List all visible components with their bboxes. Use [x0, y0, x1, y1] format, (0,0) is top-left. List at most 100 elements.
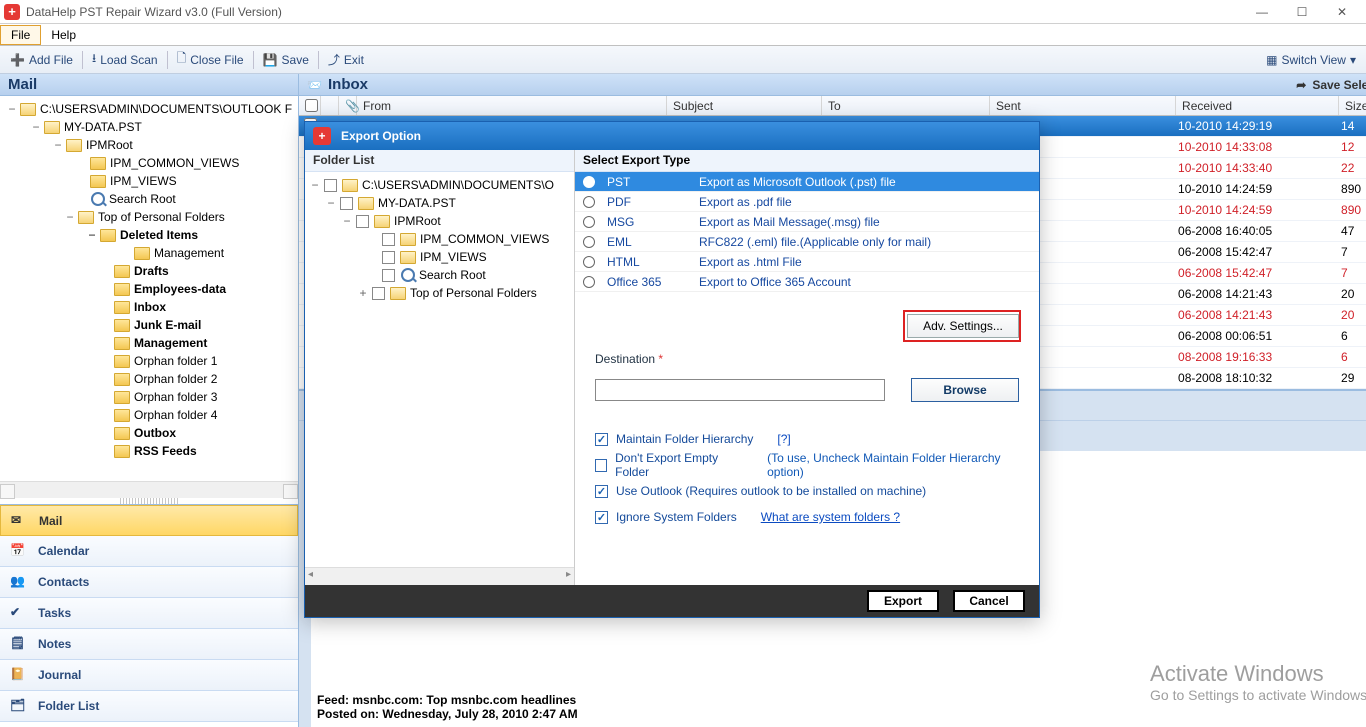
- tree-node[interactable]: −Top of Personal Folders: [0, 208, 298, 226]
- modal-scrollbar[interactable]: [305, 567, 574, 585]
- system-folders-link[interactable]: What are system folders ?: [761, 510, 900, 524]
- nav-calendar[interactable]: 📅Calendar: [0, 536, 298, 567]
- tree-node[interactable]: Search Root: [0, 190, 298, 208]
- opt-use-outlook[interactable]: Use Outlook (Requires outlook to be inst…: [595, 478, 1019, 504]
- radio-icon: [583, 216, 595, 228]
- opt-dont-export-empty[interactable]: Don't Export Empty Folder (To use, Unche…: [595, 452, 1019, 478]
- tree-node[interactable]: Junk E-mail: [0, 316, 298, 334]
- plus-icon: +: [313, 127, 331, 145]
- nav-icon: 👥: [10, 574, 28, 590]
- tree-node[interactable]: Orphan folder 3: [0, 388, 298, 406]
- export-format-pdf[interactable]: PDFExport as .pdf file: [575, 192, 1039, 212]
- col-size[interactable]: Size(KB): [1339, 96, 1366, 115]
- tree-node[interactable]: Orphan folder 4: [0, 406, 298, 424]
- save-selected-button[interactable]: ➦Save Selected: [1296, 78, 1366, 92]
- tree-node[interactable]: −IPMRoot: [0, 136, 298, 154]
- tree-node[interactable]: Drafts: [0, 262, 298, 280]
- nav-journal[interactable]: 📔Journal: [0, 660, 298, 691]
- minimize-button[interactable]: —: [1242, 0, 1282, 24]
- tree-node[interactable]: Orphan folder 1: [0, 352, 298, 370]
- save-icon: 💾: [263, 53, 278, 67]
- col-to[interactable]: To: [822, 96, 990, 115]
- nav-contacts[interactable]: 👥Contacts: [0, 567, 298, 598]
- tree-node[interactable]: Management: [0, 334, 298, 352]
- col-sent[interactable]: Sent: [990, 96, 1176, 115]
- opt-maintain-hierarchy[interactable]: Maintain Folder Hierarchy[?]: [595, 426, 1019, 452]
- col-attach[interactable]: 📎: [339, 96, 357, 115]
- folder-list-header: Folder List: [305, 150, 574, 172]
- tree-node[interactable]: IPM_VIEWS: [0, 172, 298, 190]
- col-subject[interactable]: Subject: [667, 96, 822, 115]
- export-folder-tree[interactable]: −C:\USERS\ADMIN\DOCUMENTS\O−MY-DATA.PST−…: [305, 172, 574, 567]
- select-all-checkbox[interactable]: [305, 99, 318, 112]
- tree-node[interactable]: IPM_COMMON_VIEWS: [0, 154, 298, 172]
- close-file-button[interactable]: 🗋Close File: [171, 47, 250, 72]
- nav-mail[interactable]: ✉Mail: [0, 505, 298, 536]
- radio-icon: [583, 196, 595, 208]
- folder-list-panel: Folder List −C:\USERS\ADMIN\DOCUMENTS\O−…: [305, 150, 575, 585]
- nav-tasks[interactable]: ✔Tasks: [0, 598, 298, 629]
- tree-node[interactable]: RSS Feeds: [0, 442, 298, 460]
- menu-help[interactable]: Help: [41, 26, 86, 44]
- nav-icon: ✔: [10, 605, 28, 621]
- export-tree-node[interactable]: +Top of Personal Folders: [307, 284, 572, 302]
- export-icon: ➦: [1296, 78, 1306, 92]
- menu-file[interactable]: File: [0, 25, 41, 45]
- window-controls: — ☐ ✕: [1242, 0, 1362, 24]
- export-option-dialog: + Export Option Folder List −C:\USERS\AD…: [304, 121, 1040, 618]
- horizontal-scrollbar[interactable]: [0, 481, 298, 498]
- tree-node[interactable]: Orphan folder 2: [0, 370, 298, 388]
- adv-settings-highlight: Adv. Settings...: [903, 310, 1021, 342]
- opt-ignore-system[interactable]: Ignore System FoldersWhat are system fol…: [595, 504, 1019, 530]
- close-button[interactable]: ✕: [1322, 0, 1362, 24]
- col-from[interactable]: From: [357, 96, 667, 115]
- load-scan-button[interactable]: ⭳Load Scan: [86, 47, 164, 72]
- export-format-eml[interactable]: EMLRFC822 (.eml) file.(Applicable only f…: [575, 232, 1039, 252]
- destination-input[interactable]: [595, 379, 885, 401]
- radio-icon: [583, 236, 595, 248]
- exit-button[interactable]: ⤴Exit: [322, 49, 370, 70]
- export-tree-node[interactable]: −C:\USERS\ADMIN\DOCUMENTS\O: [307, 176, 572, 194]
- export-tree-node[interactable]: IPM_COMMON_VIEWS: [307, 230, 572, 248]
- add-file-button[interactable]: ➕Add File: [4, 51, 79, 69]
- col-flag[interactable]: [321, 96, 339, 115]
- tree-node[interactable]: Inbox: [0, 298, 298, 316]
- tree-node[interactable]: −MY-DATA.PST: [0, 118, 298, 136]
- destination-label: Destination: [595, 352, 655, 366]
- tree-node[interactable]: Outbox: [0, 424, 298, 442]
- switch-view-button[interactable]: ▦Switch View ▾: [1260, 51, 1362, 69]
- export-format-office-365[interactable]: Office 365Export to Office 365 Account: [575, 272, 1039, 292]
- folder-tree[interactable]: −C:\USERS\ADMIN\DOCUMENTS\OUTLOOK F−MY-D…: [0, 96, 298, 481]
- export-format-msg[interactable]: MSGExport as Mail Message(.msg) file: [575, 212, 1039, 232]
- browse-button[interactable]: Browse: [911, 378, 1019, 402]
- mail-header: Mail: [0, 74, 298, 96]
- export-tree-node[interactable]: −MY-DATA.PST: [307, 194, 572, 212]
- export-tree-node[interactable]: −IPMRoot: [307, 212, 572, 230]
- tree-node[interactable]: −Deleted Items: [0, 226, 298, 244]
- windows-watermark: Activate Windows Go to Settings to activ…: [1150, 661, 1366, 703]
- maximize-button[interactable]: ☐: [1282, 0, 1322, 24]
- toolbar: ➕Add File ⭳Load Scan 🗋Close File 💾Save ⤴…: [0, 46, 1366, 74]
- window-title: DataHelp PST Repair Wizard v3.0 (Full Ve…: [26, 5, 282, 19]
- cancel-button[interactable]: Cancel: [953, 590, 1025, 612]
- export-format-html[interactable]: HTMLExport as .html File: [575, 252, 1039, 272]
- help-icon[interactable]: [?]: [777, 432, 790, 446]
- titlebar: + DataHelp PST Repair Wizard v3.0 (Full …: [0, 0, 1366, 24]
- dialog-title: + Export Option: [305, 122, 1039, 150]
- left-panel: Mail −C:\USERS\ADMIN\DOCUMENTS\OUTLOOK F…: [0, 74, 299, 727]
- export-tree-node[interactable]: Search Root: [307, 266, 572, 284]
- feed-line: Feed: msnbc.com: Top msnbc.com headlines: [317, 693, 578, 707]
- tree-node[interactable]: Employees-data: [0, 280, 298, 298]
- adv-settings-button[interactable]: Adv. Settings...: [907, 314, 1019, 338]
- nav-folder-list[interactable]: 🗂Folder List: [0, 691, 298, 722]
- nav-notes[interactable]: 🗒Notes: [0, 629, 298, 660]
- col-received[interactable]: Received: [1176, 96, 1339, 115]
- export-button[interactable]: Export: [867, 590, 939, 612]
- save-button[interactable]: 💾Save: [257, 51, 315, 69]
- tree-node[interactable]: −C:\USERS\ADMIN\DOCUMENTS\OUTLOOK F: [0, 100, 298, 118]
- tree-node[interactable]: Management: [0, 244, 298, 262]
- export-format-pst[interactable]: PSTExport as Microsoft Outlook (.pst) fi…: [575, 172, 1039, 192]
- col-check[interactable]: [299, 96, 321, 115]
- plus-icon: ➕: [10, 53, 25, 67]
- export-tree-node[interactable]: IPM_VIEWS: [307, 248, 572, 266]
